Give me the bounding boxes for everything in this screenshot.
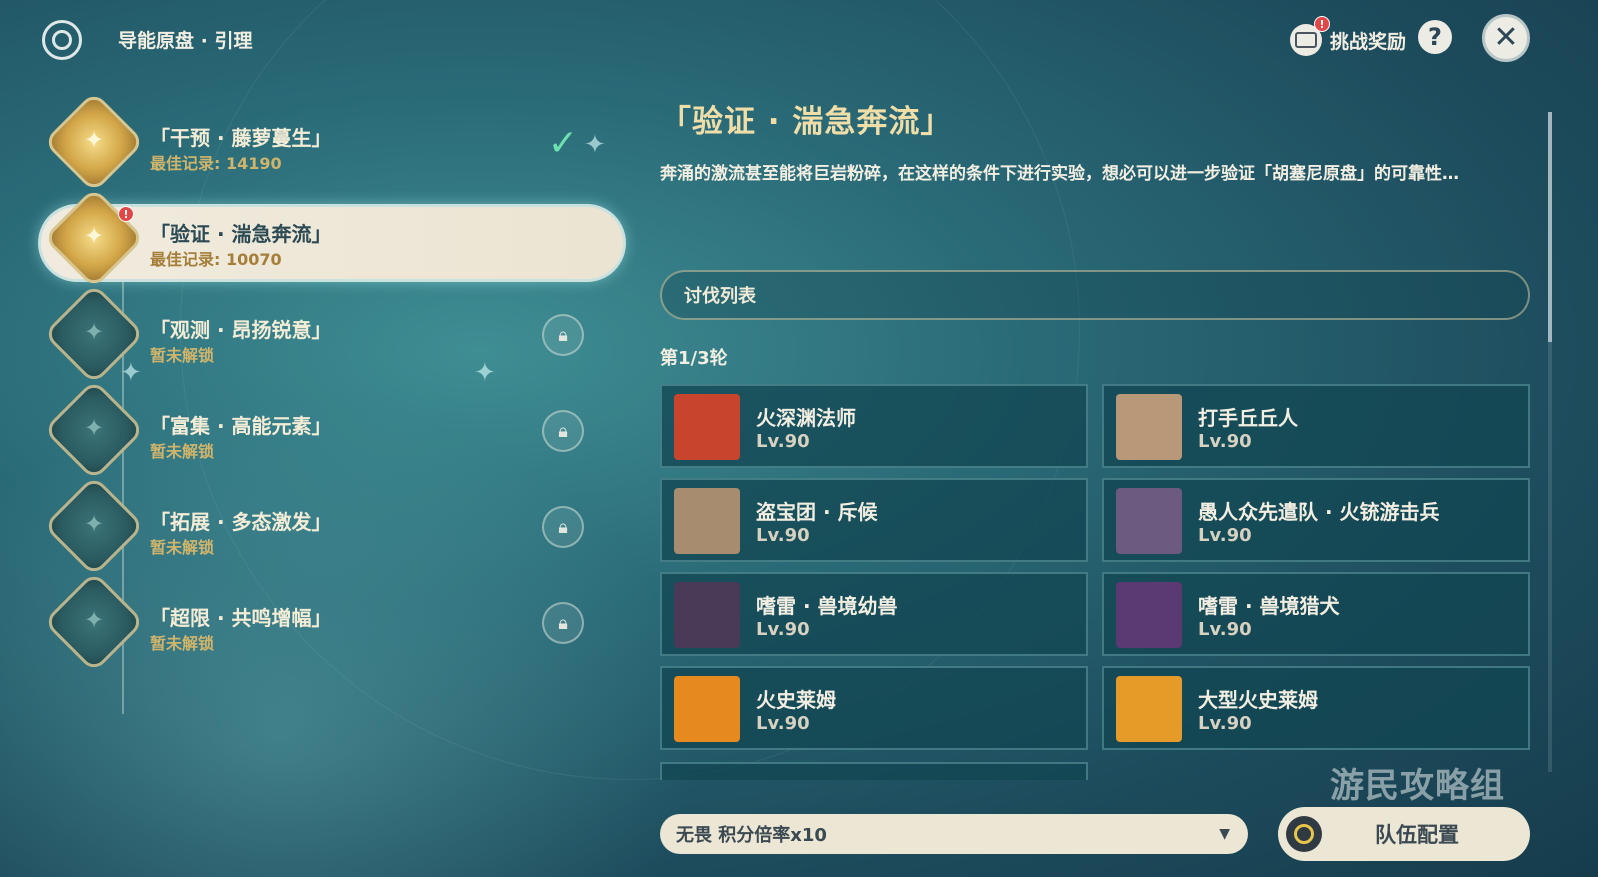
tab-enemy-list[interactable]: 讨伐列表 [660, 270, 1530, 320]
stage-item-selected[interactable]: ✦ ! 「验证 · 湍急奔流」 最佳记录: 10070 [38, 187, 630, 289]
enemy-name: 嗜雷 · 兽境幼兽 [756, 594, 898, 618]
lock-icon: 🔒︎ [542, 602, 584, 644]
enemy-level: Lv.90 [1198, 525, 1252, 546]
challenge-reward-label: 挑战奖励 [1330, 30, 1407, 53]
star-icon: ✦ [83, 414, 105, 442]
enemy-level: Lv.90 [1198, 713, 1252, 734]
stage-name: 「富集 · 高能元素」 [150, 414, 332, 438]
enemy-card[interactable]: 愚人众先遣队 · 火铳游击兵 Lv.90 [1102, 478, 1530, 562]
stage-list: ✦ 「干预 · 藤萝蔓生」 最佳记录: 14190 ✓ ✦ ! 「验证 · 湍急… [30, 91, 630, 714]
enemy-portrait [674, 582, 740, 648]
stage-lock-status: 暂未解锁 [150, 442, 215, 461]
stage-item[interactable]: ✦ 「富集 · 高能元素」 暂未解锁 🔒︎ [43, 379, 630, 481]
enemy-card[interactable]: 大型火史莱姆 Lv.90 [1102, 666, 1530, 750]
stage-best-record: 最佳记录: 14190 [150, 154, 282, 173]
enemy-level: Lv.90 [1198, 619, 1252, 640]
detail-description: 奔涌的激流甚至能将巨岩粉碎，在这样的条件下进行实验，想必可以进一步验证「胡塞尼原… [660, 164, 1459, 184]
stage-item[interactable]: ✦ 「拓展 · 多态激发」 暂未解锁 🔒︎ [43, 475, 630, 577]
scroll-thumb[interactable] [1548, 112, 1552, 342]
lock-icon: 🔒︎ [542, 314, 584, 356]
enemy-portrait [1116, 582, 1182, 648]
lock-icon: 🔒︎ [542, 410, 584, 452]
enemy-card[interactable]: 盗宝团 · 斥候 Lv.90 [660, 478, 1088, 562]
enemy-name: 打手丘丘人 [1198, 406, 1298, 430]
enemy-card[interactable]: 打手丘丘人 Lv.90 [1102, 384, 1530, 468]
stage-name: 「干预 · 藤萝蔓生」 [150, 126, 332, 150]
enemy-card-partial [660, 762, 1088, 780]
watermark: 游民攻略组 [1330, 766, 1505, 806]
app-logo-icon [42, 20, 82, 60]
completed-check-icon: ✓ [547, 122, 579, 164]
tab-label: 讨伐列表 [684, 286, 756, 307]
stage-item[interactable]: ✦ 「超限 · 共鸣增幅」 暂未解锁 🔒︎ [43, 571, 630, 673]
lock-icon: 🔒︎ [542, 506, 584, 548]
enemy-card[interactable]: 火史莱姆 Lv.90 [660, 666, 1088, 750]
enemy-name: 大型火史莱姆 [1198, 688, 1318, 712]
enemy-level: Lv.90 [1198, 431, 1252, 452]
enemy-card[interactable]: 嗜雷 · 兽境猎犬 Lv.90 [1102, 572, 1530, 656]
detail-title: 「验证 · 湍急奔流」 [660, 104, 953, 140]
enemy-portrait [1116, 676, 1182, 742]
stage-lock-status: 暂未解锁 [150, 346, 215, 365]
round-label: 第1/3轮 [660, 348, 728, 369]
header: 导能原盘 · 引理 ! 挑战奖励 ? ✕ [0, 0, 1598, 80]
page-title: 导能原盘 · 引理 [118, 30, 253, 52]
stage-name: 「观测 · 昂扬锐意」 [150, 318, 332, 342]
enemy-card[interactable]: 嗜雷 · 兽境幼兽 Lv.90 [660, 572, 1088, 656]
chevron-down-icon: ▼ [1219, 826, 1230, 842]
notification-badge: ! [1314, 16, 1330, 32]
enemy-portrait [674, 676, 740, 742]
stage-lock-status: 暂未解锁 [150, 634, 215, 653]
challenge-reward-button[interactable]: ! 挑战奖励 [1290, 16, 1407, 58]
team-ring-icon [1286, 816, 1322, 852]
stage-name: 「超限 · 共鸣增幅」 [150, 606, 332, 630]
enemy-portrait [674, 488, 740, 554]
star-icon: ✦ [83, 318, 105, 346]
enemy-level: Lv.90 [756, 713, 810, 734]
enemy-name: 嗜雷 · 兽境猎犬 [1198, 594, 1340, 618]
team-config-button[interactable]: 队伍配置 [1278, 807, 1530, 861]
detail-scrollbar[interactable] [1548, 112, 1552, 772]
difficulty-label: 无畏 积分倍率x10 [676, 825, 827, 846]
difficulty-select[interactable]: 无畏 积分倍率x10 ▼ [660, 814, 1248, 854]
enemy-level: Lv.90 [756, 525, 810, 546]
notification-badge: ! [118, 206, 134, 222]
reward-icon: ! [1290, 16, 1330, 56]
help-button[interactable]: ? [1418, 20, 1452, 54]
enemy-name: 火深渊法师 [756, 406, 856, 430]
star-icon: ✦ [83, 510, 105, 538]
close-icon: ✕ [1493, 20, 1519, 55]
enemy-level: Lv.90 [756, 431, 810, 452]
close-button[interactable]: ✕ [1482, 14, 1530, 62]
enemy-card[interactable]: 火深渊法师 Lv.90 [660, 384, 1088, 468]
star-icon: ✦ [83, 126, 105, 154]
team-config-label: 队伍配置 [1375, 823, 1459, 847]
stage-lock-status: 暂未解锁 [150, 538, 215, 557]
enemy-name: 盗宝团 · 斥候 [756, 500, 878, 524]
enemy-grid: 火深渊法师 Lv.90 打手丘丘人 Lv.90 盗宝团 · 斥候 Lv.90 愚… [660, 384, 1530, 750]
enemy-portrait [1116, 394, 1182, 460]
stage-detail-panel: 「验证 · 湍急奔流」 奔涌的激流甚至能将巨岩粉碎，在这样的条件下进行实验，想必… [660, 96, 1540, 796]
stage-item[interactable]: ✦ 「干预 · 藤萝蔓生」 最佳记录: 14190 ✓ [43, 91, 630, 193]
star-icon: ✦ [83, 606, 105, 634]
star-icon: ✦ [83, 222, 105, 250]
stage-name: 「拓展 · 多态激发」 [150, 510, 332, 534]
enemy-level: Lv.90 [756, 619, 810, 640]
stage-best-record: 最佳记录: 10070 [150, 250, 282, 269]
stage-item[interactable]: ✦ 「观测 · 昂扬锐意」 暂未解锁 🔒︎ [43, 283, 630, 385]
enemy-portrait [1116, 488, 1182, 554]
stage-name: 「验证 · 湍急奔流」 [150, 222, 332, 246]
enemy-portrait [674, 394, 740, 460]
enemy-name: 火史莱姆 [756, 688, 836, 712]
enemy-name: 愚人众先遣队 · 火铳游击兵 [1198, 500, 1440, 524]
